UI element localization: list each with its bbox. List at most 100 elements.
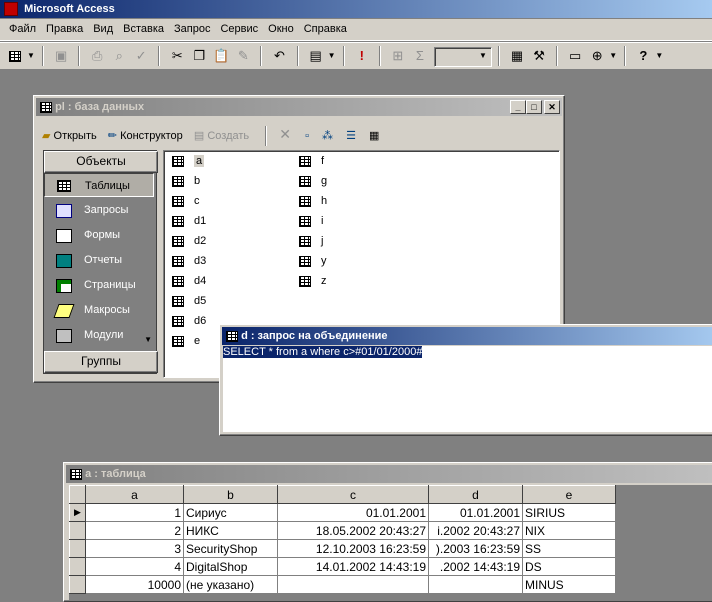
build-icon[interactable]: ⚒ bbox=[528, 45, 550, 67]
object-list-item[interactable]: d2 bbox=[172, 231, 206, 251]
object-list-item[interactable]: y bbox=[299, 251, 327, 271]
column-header-a[interactable]: a bbox=[85, 485, 184, 504]
column-header-c[interactable]: c bbox=[277, 485, 429, 504]
object-list-item[interactable]: i bbox=[299, 211, 323, 231]
print-icon[interactable]: ⎙ bbox=[86, 45, 108, 67]
properties-icon[interactable]: ▦ bbox=[506, 45, 528, 67]
design-button[interactable]: ✏ Конструктор bbox=[108, 130, 183, 142]
current-record-icon[interactable]: ▶ bbox=[69, 503, 86, 522]
table-cell-b[interactable]: Сириус bbox=[183, 503, 278, 522]
query-type-dropdown-icon[interactable]: ▼ bbox=[327, 45, 337, 67]
create-button[interactable]: ▤ Создать bbox=[194, 130, 249, 142]
totals-icon[interactable]: Σ bbox=[409, 45, 431, 67]
object-reports[interactable]: Отчеты bbox=[44, 248, 154, 272]
paste-icon[interactable]: 📋 bbox=[210, 45, 232, 67]
table-cell-d[interactable]: ).2003 16:23:59 bbox=[428, 539, 523, 558]
new-object-dropdown-icon[interactable]: ▼ bbox=[608, 45, 618, 67]
table-row[interactable]: ▶ 1 Сириус 01.01.2001 01.01.2001 SIRIUS bbox=[69, 503, 616, 522]
cut-icon[interactable]: ✂ bbox=[166, 45, 188, 67]
object-list-item[interactable]: z bbox=[299, 271, 327, 291]
table-cell-a[interactable]: 2 bbox=[85, 521, 184, 540]
details-view-icon[interactable]: ▦ bbox=[369, 130, 379, 142]
object-forms[interactable]: Формы bbox=[44, 223, 154, 247]
top-values-combo[interactable]: ▼ bbox=[433, 47, 492, 67]
list-view-icon[interactable]: ☰ bbox=[346, 130, 356, 142]
close-button[interactable]: ✕ bbox=[544, 100, 560, 114]
table-cell-a[interactable]: 10000 bbox=[85, 575, 184, 594]
scroll-down-icon[interactable]: ▼ bbox=[144, 335, 152, 344]
table-cell-a[interactable]: 1 bbox=[85, 503, 184, 522]
spelling-icon[interactable]: ✓ bbox=[130, 45, 152, 67]
row-selector-header[interactable] bbox=[69, 485, 86, 504]
menu-insert[interactable]: Вставка bbox=[118, 19, 169, 39]
column-header-d[interactable]: d bbox=[428, 485, 523, 504]
column-header-e[interactable]: e bbox=[522, 485, 616, 504]
table-cell-c[interactable]: 18.05.2002 20:43:27 bbox=[277, 521, 429, 540]
menu-query[interactable]: Запрос bbox=[169, 19, 215, 39]
table-cell-a[interactable]: 3 bbox=[85, 539, 184, 558]
object-list-item[interactable]: j bbox=[299, 231, 323, 251]
object-list-item[interactable]: d5 bbox=[172, 291, 206, 311]
object-queries[interactable]: Запросы bbox=[44, 198, 154, 222]
query-type-icon[interactable]: ▤ bbox=[305, 45, 327, 67]
small-icons-icon[interactable]: ⁂ bbox=[322, 130, 333, 142]
row-selector[interactable] bbox=[69, 557, 86, 576]
object-list-item[interactable]: f bbox=[299, 151, 324, 171]
view-table-button[interactable] bbox=[4, 45, 26, 67]
large-icons-icon[interactable]: ▫ bbox=[305, 130, 309, 142]
menu-view[interactable]: Вид bbox=[88, 19, 118, 39]
menu-window[interactable]: Окно bbox=[263, 19, 299, 39]
table-row[interactable]: 2 НИКС 18.05.2002 20:43:27 i.2002 20:43:27 N… bbox=[69, 521, 616, 540]
menu-tools[interactable]: Сервис bbox=[215, 19, 263, 39]
table-cell-e[interactable]: SS bbox=[522, 539, 616, 558]
save-icon[interactable]: ▣ bbox=[50, 45, 72, 67]
table-cell-c[interactable]: 12.10.2003 16:23:59 bbox=[277, 539, 429, 558]
row-selector[interactable] bbox=[69, 575, 86, 594]
help-dropdown-icon[interactable]: ▼ bbox=[654, 45, 664, 67]
column-header-b[interactable]: b bbox=[183, 485, 278, 504]
object-list-item[interactable]: c bbox=[172, 191, 200, 211]
query-window-title-bar[interactable]: d : запрос на объединение bbox=[222, 327, 712, 345]
table-window-title-bar[interactable]: a : таблица bbox=[66, 465, 712, 483]
menu-help[interactable]: Справка bbox=[299, 19, 352, 39]
table-cell-e[interactable]: NIX bbox=[522, 521, 616, 540]
row-selector[interactable] bbox=[69, 521, 86, 540]
undo-icon[interactable]: ↶ bbox=[269, 45, 291, 67]
open-button[interactable]: ▰ Открыть bbox=[42, 130, 97, 142]
object-list-item[interactable]: d6 bbox=[172, 311, 206, 331]
object-macros[interactable]: Макросы bbox=[44, 298, 154, 322]
object-modules[interactable]: Модули bbox=[44, 323, 154, 347]
view-dropdown-icon[interactable]: ▼ bbox=[26, 45, 36, 67]
table-cell-a[interactable]: 4 bbox=[85, 557, 184, 576]
table-cell-b[interactable]: НИКС bbox=[183, 521, 278, 540]
maximize-button[interactable]: □ bbox=[526, 100, 542, 114]
object-list-item[interactable]: e bbox=[172, 331, 200, 351]
show-table-icon[interactable]: ⊞ bbox=[387, 45, 409, 67]
format-painter-icon[interactable]: ✎ bbox=[232, 45, 254, 67]
minimize-button[interactable]: _ bbox=[510, 100, 526, 114]
table-row[interactable]: 10000 (не указано) MINUS bbox=[69, 575, 616, 594]
table-cell-d[interactable]: i.2002 20:43:27 bbox=[428, 521, 523, 540]
groups-header-button[interactable]: Группы bbox=[44, 351, 158, 373]
table-cell-e[interactable]: DS bbox=[522, 557, 616, 576]
object-list-item[interactable]: b bbox=[172, 171, 200, 191]
row-selector[interactable] bbox=[69, 539, 86, 558]
object-list-item[interactable]: d3 bbox=[172, 251, 206, 271]
object-tables[interactable]: Таблицы bbox=[44, 173, 154, 197]
table-cell-d[interactable]: 01.01.2001 bbox=[428, 503, 523, 522]
delete-icon[interactable]: ✕ bbox=[279, 126, 291, 142]
menu-edit[interactable]: Правка bbox=[41, 19, 88, 39]
new-object-icon[interactable]: ⊕ bbox=[586, 45, 608, 67]
table-cell-e[interactable]: MINUS bbox=[522, 575, 616, 594]
table-cell-c[interactable]: 01.01.2001 bbox=[277, 503, 429, 522]
table-cell-c[interactable] bbox=[277, 575, 429, 594]
database-window-icon[interactable]: ▭ bbox=[564, 45, 586, 67]
table-cell-e[interactable]: SIRIUS bbox=[522, 503, 616, 522]
table-cell-c[interactable]: 14.01.2002 14:43:19 bbox=[277, 557, 429, 576]
sql-editor[interactable]: SELECT * from a where c>#01/01/2000# bbox=[223, 346, 712, 432]
help-icon[interactable]: ? bbox=[632, 45, 654, 67]
print-preview-icon[interactable]: ⌕ bbox=[108, 45, 130, 67]
menu-file[interactable]: Файл bbox=[4, 19, 41, 39]
table-cell-b[interactable]: DigitalShop bbox=[183, 557, 278, 576]
object-list-item[interactable]: d1 bbox=[172, 211, 206, 231]
